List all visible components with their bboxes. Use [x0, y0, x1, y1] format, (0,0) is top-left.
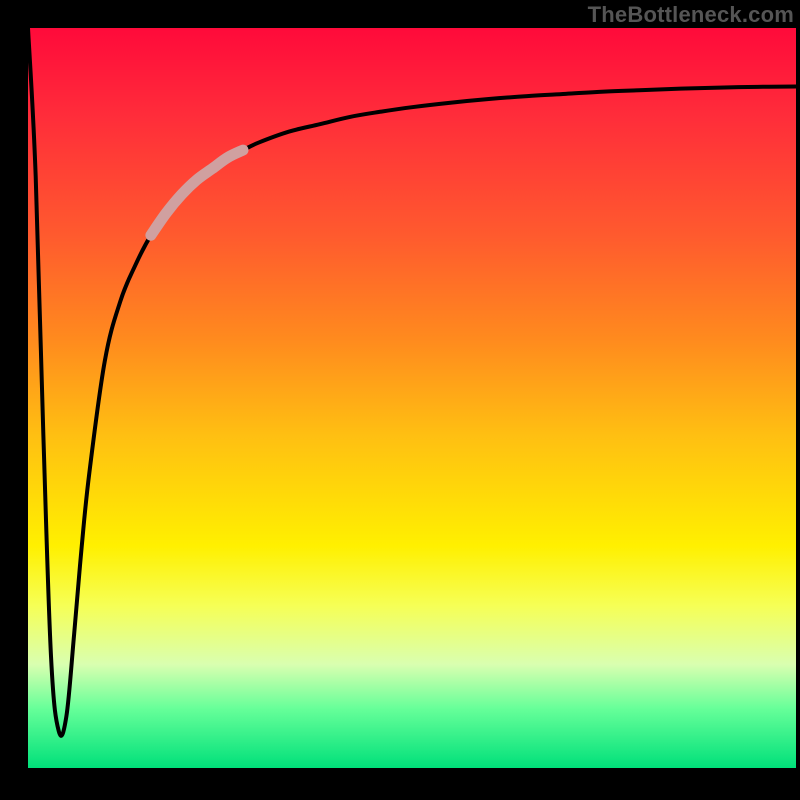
curve-main: [28, 28, 796, 736]
curve-svg: [28, 28, 796, 768]
plot-area: [28, 28, 796, 768]
curve-highlight: [151, 150, 243, 235]
watermark-text: TheBottleneck.com: [588, 2, 794, 28]
chart-stage: TheBottleneck.com: [0, 0, 800, 800]
